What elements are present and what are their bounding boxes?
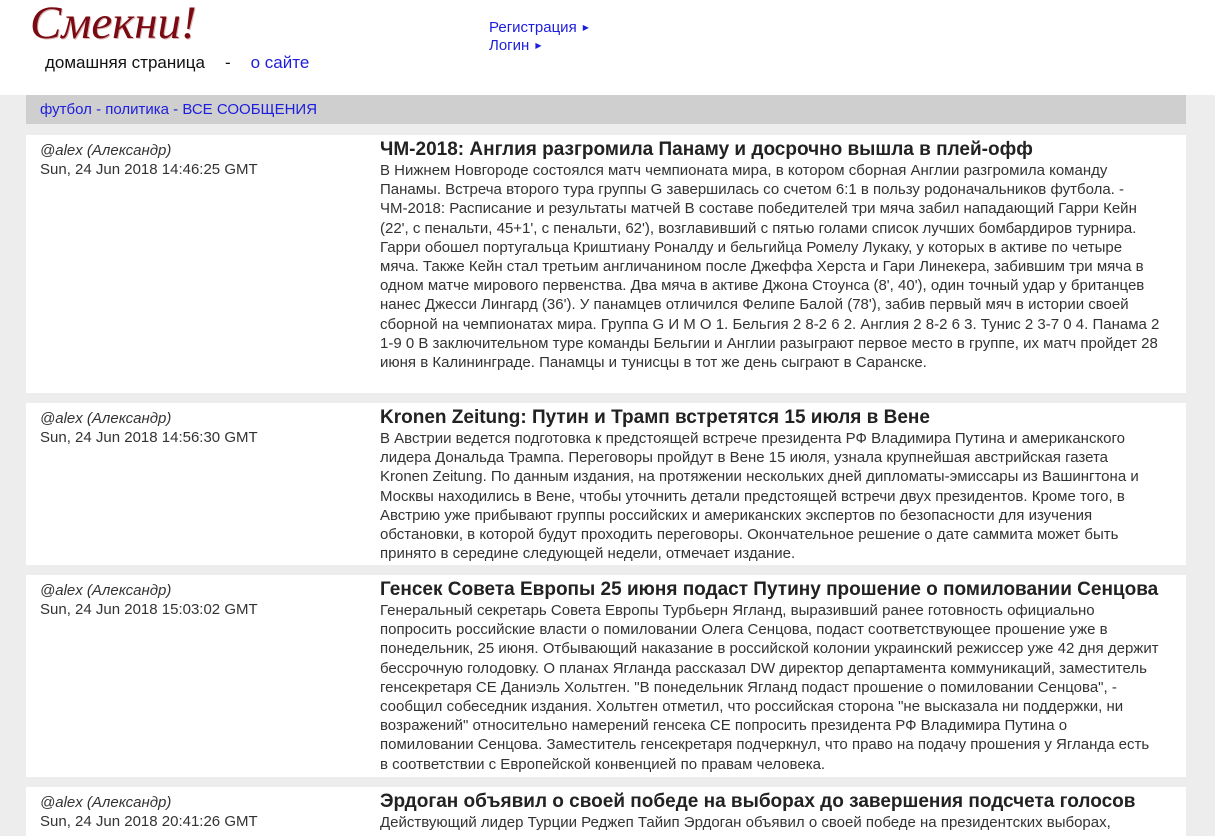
post-date: Sun, 24 Jun 2018 20:41:26 GMT	[40, 813, 258, 830]
auth-links: Регистрация ▶ Логин ▶	[489, 19, 589, 55]
category-football-link[interactable]: футбол	[40, 101, 92, 118]
post-date: Sun, 24 Jun 2018 15:03:02 GMT	[40, 601, 258, 618]
login-label: Логин	[489, 37, 530, 54]
post-item: @alex (Александр) Sun, 24 Jun 2018 20:41…	[26, 787, 1186, 836]
site-logo[interactable]: Смекни!	[30, 0, 197, 50]
register-label: Регистрация	[489, 19, 577, 36]
post-item: @alex (Александр) Sun, 24 Jun 2018 14:46…	[26, 135, 1186, 393]
post-content: ЧМ-2018: Англия разгромила Панаму и доср…	[380, 139, 1160, 372]
post-item: @alex (Александр) Sun, 24 Jun 2018 14:56…	[26, 403, 1186, 565]
login-arrow-icon: ▶	[535, 41, 542, 50]
category-all-link[interactable]: ВСЕ СООБЩЕНИЯ	[182, 101, 317, 118]
post-date: Sun, 24 Jun 2018 14:56:30 GMT	[40, 429, 258, 446]
category-separator: -	[91, 101, 106, 118]
post-title[interactable]: Генсек Совета Европы 25 июня подаст Пути…	[380, 579, 1160, 601]
post-meta: @alex (Александр) Sun, 24 Jun 2018 20:41…	[40, 793, 258, 831]
home-link[interactable]: домашняя страница	[45, 53, 205, 72]
post-body: Генеральный секретарь Совета Европы Турб…	[380, 602, 1159, 773]
category-politics-link[interactable]: политика	[105, 101, 169, 118]
post-meta: @alex (Александр) Sun, 24 Jun 2018 14:56…	[40, 409, 258, 447]
category-separator: -	[169, 101, 183, 118]
post-content: Генсек Совета Европы 25 июня подаст Пути…	[380, 579, 1160, 774]
post-author[interactable]: @alex (Александр)	[40, 793, 258, 812]
nav-separator: -	[224, 53, 231, 72]
post-author[interactable]: @alex (Александр)	[40, 141, 258, 160]
post-title[interactable]: Kronen Zeitung: Путин и Трамп встретятся…	[380, 407, 1160, 429]
about-link[interactable]: о сайте	[251, 53, 310, 72]
post-meta: @alex (Александр) Sun, 24 Jun 2018 15:03…	[40, 581, 258, 619]
register-link[interactable]: Регистрация ▶	[489, 19, 589, 37]
post-author[interactable]: @alex (Александр)	[40, 409, 258, 428]
site-header: Смекни! домашняя страница - о сайте Регист…	[0, 0, 1215, 95]
post-author[interactable]: @alex (Александр)	[40, 581, 258, 600]
register-arrow-icon: ▶	[582, 23, 589, 32]
post-body: В Австрии ведется подготовка к предстоящ…	[380, 430, 1139, 563]
post-meta: @alex (Александр) Sun, 24 Jun 2018 14:46…	[40, 141, 258, 179]
top-navigation: домашняя страница - о сайте	[45, 53, 309, 73]
post-title[interactable]: ЧМ-2018: Англия разгромила Панаму и доср…	[380, 139, 1160, 161]
login-link[interactable]: Логин ▶	[489, 37, 589, 55]
post-date: Sun, 24 Jun 2018 14:46:25 GMT	[40, 161, 258, 178]
post-title[interactable]: Эрдоган объявил о своей победе на выбора…	[380, 791, 1160, 813]
post-content: Эрдоган объявил о своей победе на выбора…	[380, 791, 1160, 832]
category-bar: футбол - политика - ВСЕ СООБЩЕНИЯ	[26, 95, 1186, 124]
post-item: @alex (Александр) Sun, 24 Jun 2018 15:03…	[26, 575, 1186, 777]
post-content: Kronen Zeitung: Путин и Трамп встретятся…	[380, 407, 1160, 563]
post-body: В Нижнем Новгороде состоялся матч чемпио…	[380, 162, 1160, 372]
post-body: Действующий лидер Турции Реджеп Тайип Эр…	[380, 814, 1111, 831]
